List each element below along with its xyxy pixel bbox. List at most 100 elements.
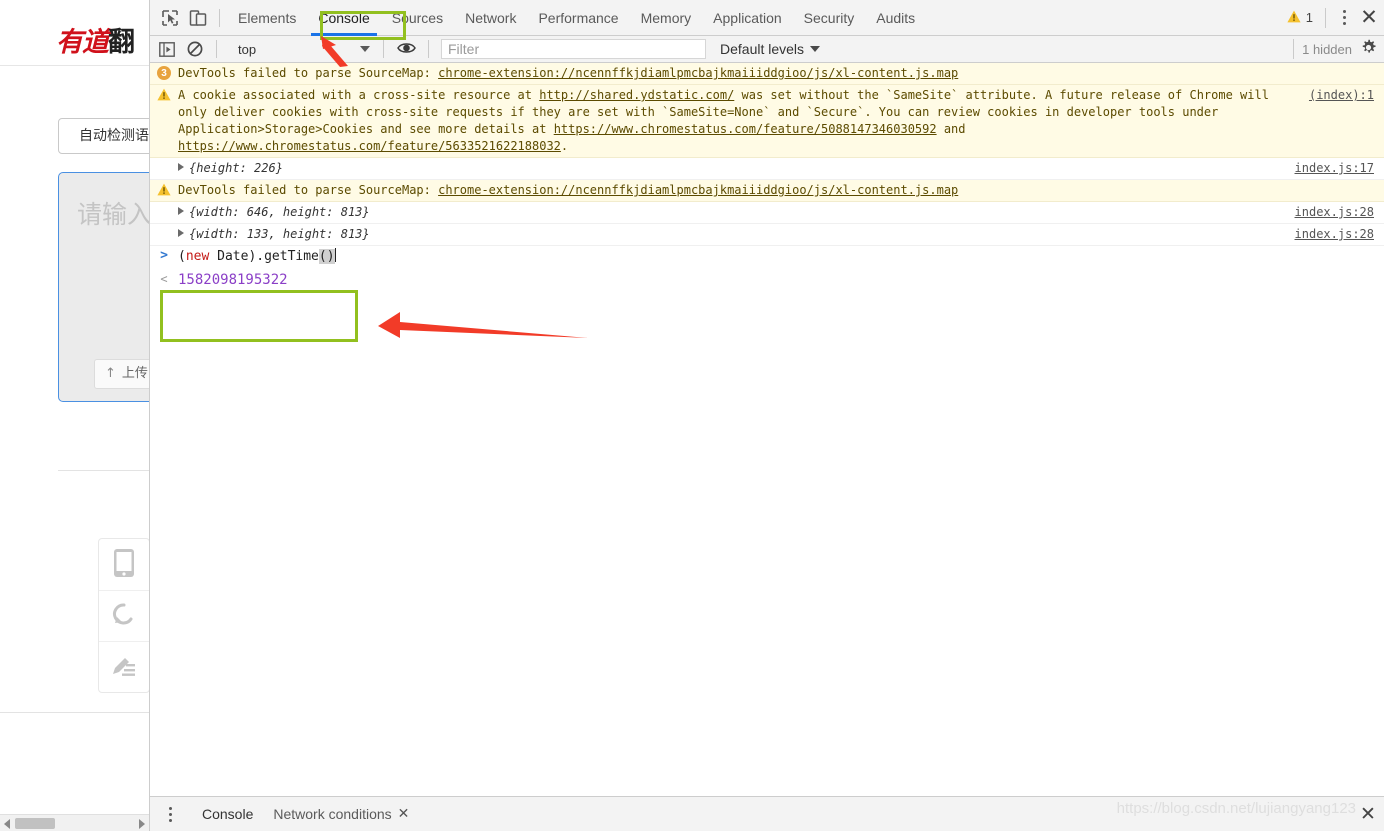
object-preview: {width: 646, height: 813} — [189, 205, 370, 219]
console-result-row: < 1582098195322 — [150, 269, 1384, 292]
console-sidebar-button[interactable] — [153, 36, 181, 62]
message-icon-gutter — [150, 87, 178, 155]
logo-text-red: 有道 — [56, 27, 109, 58]
console-result-value: 1582098195322 — [178, 272, 288, 288]
tab-application[interactable]: Application — [702, 0, 793, 36]
filterbar-divider-3 — [428, 40, 429, 58]
expand-triangle-icon[interactable] — [178, 163, 184, 171]
device-toolbar-icon — [189, 9, 207, 27]
log-levels-select[interactable]: Default levels — [720, 41, 821, 57]
expand-triangle-icon[interactable] — [178, 207, 184, 215]
chevron-down-icon — [810, 46, 821, 52]
expand-triangle-icon[interactable] — [178, 229, 184, 237]
console-message-list[interactable]: 3 DevTools failed to parse SourceMap: ch… — [150, 63, 1384, 796]
drawer-tab-network-conditions[interactable]: Network conditions — [263, 797, 401, 831]
message-text: {width: 646, height: 813} — [178, 204, 1384, 221]
warning-count-label: 1 — [1305, 10, 1313, 25]
console-filter-input[interactable] — [441, 39, 706, 59]
inspect-element-button[interactable] — [156, 5, 184, 31]
scrollbar-thumb[interactable] — [15, 818, 55, 829]
object-preview: {width: 133, height: 813} — [189, 227, 370, 241]
result-chevron-icon: < — [160, 272, 168, 286]
scroll-right-arrow-icon[interactable] — [139, 819, 145, 829]
page-horizontal-scrollbar[interactable] — [0, 814, 149, 831]
warning-triangle-icon — [1287, 10, 1301, 26]
header-divider — [1325, 7, 1326, 28]
message-icon-gutter: 3 — [150, 65, 178, 82]
warning-triangle-icon — [157, 183, 171, 199]
msg4-link-1[interactable]: chrome-extension://ncennffkjdiamlpmcbajk… — [438, 183, 958, 197]
refresh-tool[interactable] — [99, 590, 149, 641]
scroll-left-arrow-icon[interactable] — [4, 819, 10, 829]
refresh-circular-icon — [111, 602, 137, 631]
devtools-close-button[interactable]: ✕ — [1354, 3, 1384, 33]
tab-memory[interactable]: Memory — [630, 0, 703, 36]
source-language-select[interactable]: 自动检测语言 — [58, 118, 149, 154]
msg2-link-5[interactable]: https://www.chromestatus.com/feature/563… — [178, 139, 561, 153]
tab-sources[interactable]: Sources — [381, 0, 454, 36]
filterbar-divider-1 — [216, 40, 217, 58]
drawer-tab-console[interactable]: Console — [192, 797, 263, 831]
handwriting-tool[interactable] — [99, 641, 149, 692]
side-tool-card — [98, 538, 149, 693]
mobile-app-tool[interactable] — [99, 539, 149, 590]
message-text: {height: 226} — [178, 160, 1384, 177]
message-source-link[interactable]: (index):1 — [1309, 88, 1374, 102]
live-expression-button[interactable] — [391, 38, 421, 60]
console-message-row[interactable]: A cookie associated with a cross-site re… — [150, 85, 1384, 158]
message-link[interactable]: chrome-extension://ncennffkjdiamlpmcbajk… — [438, 66, 958, 80]
tab-performance[interactable]: Performance — [527, 0, 629, 36]
textarea-placeholder: 请输入 — [77, 200, 150, 229]
message-source-link[interactable]: index.js:17 — [1295, 161, 1374, 175]
msg2-link-1[interactable]: http://shared.ydstatic.com/ — [539, 88, 734, 102]
message-source-link[interactable]: index.js:28 — [1295, 227, 1374, 241]
tab-network[interactable]: Network — [454, 0, 527, 36]
console-message-row[interactable]: {width: 133, height: 813} index.js:28 — [150, 224, 1384, 246]
translate-input-textarea[interactable]: 请输入 ↑ 上传 — [58, 172, 150, 402]
error-count-badge: 3 — [157, 66, 171, 80]
execution-context-select[interactable]: top — [224, 39, 376, 60]
device-toolbar-button[interactable] — [184, 5, 212, 31]
message-source-link[interactable]: index.js:28 — [1295, 205, 1374, 219]
tab-elements[interactable]: Elements — [227, 0, 307, 36]
drawer-close-button[interactable]: ✕ — [1352, 798, 1384, 830]
console-message-row[interactable]: 3 DevTools failed to parse SourceMap: ch… — [150, 63, 1384, 85]
hidden-messages-count: 1 hidden — [1302, 41, 1352, 57]
console-message-row[interactable]: {width: 646, height: 813} index.js:28 — [150, 202, 1384, 224]
upload-button[interactable]: ↑ 上传 — [94, 359, 149, 389]
console-sidebar-icon — [159, 41, 175, 57]
msg2-link-3[interactable]: https://www.chromestatus.com/feature/508… — [554, 122, 937, 136]
console-message-row[interactable]: DevTools failed to parse SourceMap: chro… — [150, 180, 1384, 202]
warning-triangle-icon — [157, 88, 171, 104]
message-text: A cookie associated with a cross-site re… — [178, 87, 1384, 155]
mobile-phone-icon — [113, 548, 135, 581]
tab-audits[interactable]: Audits — [865, 0, 926, 36]
message-icon-gutter — [150, 226, 178, 243]
msg2-part-6: . — [560, 139, 569, 153]
msg2-part-4: and — [936, 122, 966, 136]
toolbar-divider — [219, 8, 220, 27]
tab-console[interactable]: Console — [307, 0, 380, 36]
screenshot-root: 有道翻 自动检测语言 请输入 ↑ 上传 — [0, 0, 1384, 831]
console-filter-bar: top Default levels 1 hidden — [150, 36, 1384, 63]
divider-lower — [0, 712, 149, 713]
console-settings-button[interactable] — [1352, 37, 1384, 61]
message-icon-gutter — [150, 182, 178, 199]
devtools-more-button[interactable] — [1334, 6, 1354, 30]
console-message-row[interactable]: {height: 226} index.js:17 — [150, 158, 1384, 180]
upload-label: 上传 — [121, 366, 148, 381]
message-text: {width: 133, height: 813} — [178, 226, 1384, 243]
drawer-tab-close-icon[interactable]: ✕ — [398, 806, 418, 822]
tab-security[interactable]: Security — [793, 0, 866, 36]
message-text: DevTools failed to parse SourceMap: chro… — [178, 182, 1384, 199]
filterbar-divider-4 — [1293, 39, 1295, 59]
prompt-keyword: new — [185, 249, 210, 264]
console-input[interactable]: (new Date).getTime() — [178, 248, 336, 269]
warning-counter[interactable]: 1 — [1287, 10, 1317, 26]
console-prompt-row[interactable]: > (new Date).getTime() — [150, 246, 1384, 269]
drawer-more-button[interactable] — [156, 800, 184, 828]
pen-write-icon — [111, 655, 137, 680]
text-cursor — [334, 248, 336, 262]
divider-upper — [58, 470, 149, 471]
clear-console-button[interactable] — [181, 36, 209, 62]
